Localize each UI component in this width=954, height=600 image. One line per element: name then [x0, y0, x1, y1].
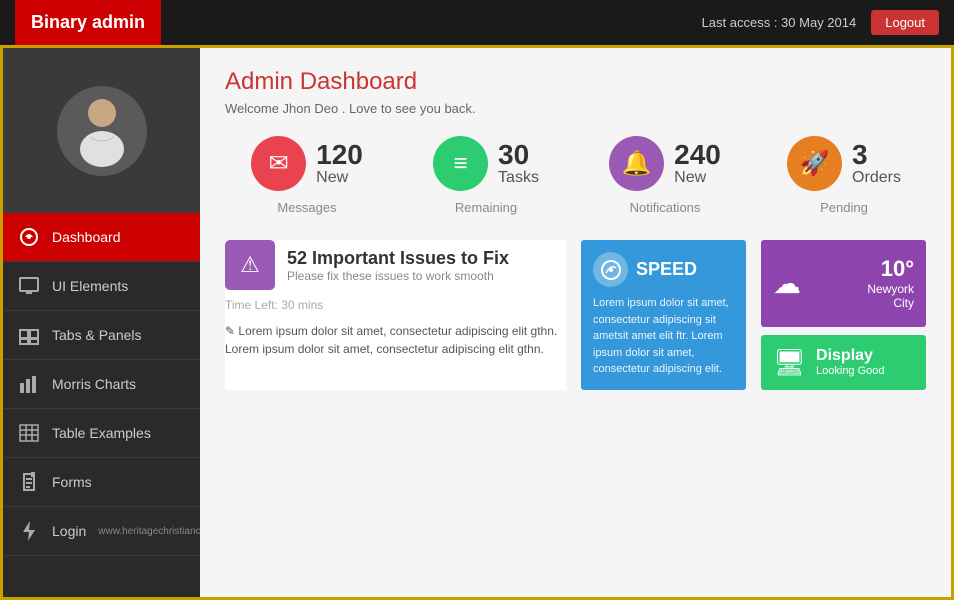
tasks-label-top: Tasks — [498, 169, 539, 187]
tasks-label-bottom: Remaining — [455, 200, 517, 215]
sidebar-item-login[interactable]: Login www.heritagechristiancollege.com — [3, 507, 200, 556]
display-info: Display Looking Good — [816, 347, 885, 377]
notifications-label-bottom: Notifications — [630, 200, 701, 215]
messages-number: 120 — [316, 141, 363, 169]
stat-notifications-values: 240 New — [674, 141, 721, 187]
stat-tasks: ≡ 30 Tasks Remaining — [404, 136, 568, 215]
weather-temp: 10° — [867, 256, 914, 282]
edit-icon: ✎ — [225, 324, 235, 338]
sidebar-nav: Dashboard UI Elements — [3, 213, 200, 597]
display-card: 🖥 Display Looking Good — [761, 335, 926, 390]
sidebar-item-forms-label: Forms — [52, 474, 92, 490]
weather-top: ☁ 10° Newyork City — [761, 240, 926, 327]
speed-title: SPEED — [636, 259, 697, 280]
orders-number: 3 — [852, 141, 868, 169]
sidebar-item-table-label: Table Examples — [52, 425, 151, 441]
sidebar-item-ui-label: UI Elements — [52, 278, 128, 294]
speed-header: SPEED — [593, 252, 734, 287]
sidebar-item-forms[interactable]: Forms — [3, 458, 200, 507]
orders-label-top: Orders — [852, 169, 901, 187]
sidebar-item-login-label: Login — [52, 523, 86, 539]
stat-tasks-values: 30 Tasks — [498, 141, 539, 187]
orders-label-bottom: Pending — [820, 200, 868, 215]
sidebar-item-dashboard-label: Dashboard — [52, 229, 121, 245]
sidebar-item-ui-elements[interactable]: UI Elements — [3, 262, 200, 311]
stat-notifications-top: 🔔 240 New — [609, 136, 721, 191]
stat-orders: 🚀 3 Orders Pending — [762, 136, 926, 215]
issues-subtitle: Please fix these issues to work smooth — [287, 269, 509, 283]
header: Binary admin Last access : 30 May 2014 L… — [0, 0, 954, 45]
stats-row: ✉ 120 New Messages ≡ 30 Tasks Rem — [225, 136, 926, 215]
page-title: Admin Dashboard — [225, 68, 926, 96]
speed-card: SPEED Lorem ipsum dolor sit amet, consec… — [581, 240, 746, 390]
forms-icon — [18, 471, 40, 493]
bottom-row: ⚠ 52 Important Issues to Fix Please fix … — [225, 240, 926, 390]
display-label: Display — [816, 347, 885, 365]
monitor-icon — [18, 275, 40, 297]
sidebar-item-tabs-panels[interactable]: Tabs & Panels — [3, 311, 200, 360]
stat-orders-values: 3 Orders — [852, 141, 901, 187]
display-sub: Looking Good — [816, 365, 885, 377]
lightning-icon — [18, 520, 40, 542]
weather-city-line2: City — [867, 296, 914, 310]
stat-tasks-top: ≡ 30 Tasks — [433, 136, 539, 191]
tasks-icon: ≡ — [433, 136, 488, 191]
issues-title: 52 Important Issues to Fix — [287, 248, 509, 269]
notifications-number: 240 — [674, 141, 721, 169]
sidebar-item-morris-charts[interactable]: Morris Charts — [3, 360, 200, 409]
issues-body: ✎ Lorem ipsum dolor sit amet, consectetu… — [225, 322, 566, 358]
tabs-icon — [18, 324, 40, 346]
stat-notifications: 🔔 240 New Notifications — [583, 136, 747, 215]
issues-title-group: 52 Important Issues to Fix Please fix th… — [287, 248, 509, 283]
last-access-text: Last access : 30 May 2014 — [702, 15, 857, 30]
sidebar: Dashboard UI Elements — [3, 48, 200, 597]
stat-messages-top: ✉ 120 New — [251, 136, 363, 191]
weather-card: ☁ 10° Newyork City 🖥 Display Looking Goo… — [761, 240, 926, 390]
sidebar-item-tabs-label: Tabs & Panels — [52, 327, 142, 343]
header-right: Last access : 30 May 2014 Logout — [702, 10, 939, 35]
sidebar-item-table-examples[interactable]: Table Examples — [3, 409, 200, 458]
messages-label-top: New — [316, 169, 348, 187]
issues-card: ⚠ 52 Important Issues to Fix Please fix … — [225, 240, 566, 390]
welcome-text: Welcome Jhon Deo . Love to see you back. — [225, 101, 926, 116]
cloud-icon: ☁ — [773, 267, 801, 300]
issues-header: ⚠ 52 Important Issues to Fix Please fix … — [225, 240, 566, 290]
sidebar-item-morris-label: Morris Charts — [52, 376, 136, 392]
weather-info: 10° Newyork City — [867, 256, 914, 310]
stat-messages-values: 120 New — [316, 141, 363, 187]
tasks-number: 30 — [498, 141, 529, 169]
issues-icon: ⚠ — [225, 240, 275, 290]
brand-logo: Binary admin — [15, 0, 161, 45]
url-label: www.heritagechristiancollege.com — [98, 526, 200, 537]
content-area: Admin Dashboard Welcome Jhon Deo . Love … — [200, 48, 951, 597]
main-layout: Dashboard UI Elements — [0, 45, 954, 600]
weather-city-line1: Newyork — [867, 282, 914, 296]
avatar-section — [3, 48, 200, 213]
orders-icon: 🚀 — [787, 136, 842, 191]
stat-orders-top: 🚀 3 Orders — [787, 136, 901, 191]
dashboard-icon — [18, 226, 40, 248]
sidebar-item-dashboard[interactable]: Dashboard — [3, 213, 200, 262]
speedometer-icon — [593, 252, 628, 287]
speed-text: Lorem ipsum dolor sit amet, consectetur … — [593, 295, 734, 378]
stat-messages: ✉ 120 New Messages — [225, 136, 389, 215]
notifications-icon: 🔔 — [609, 136, 664, 191]
display-icon: 🖥 — [773, 347, 806, 378]
table-icon — [18, 422, 40, 444]
messages-icon: ✉ — [251, 136, 306, 191]
messages-label-bottom: Messages — [277, 200, 336, 215]
avatar — [57, 86, 147, 176]
chart-icon — [18, 373, 40, 395]
logout-button[interactable]: Logout — [871, 10, 939, 35]
issues-time: Time Left: 30 mins — [225, 298, 566, 312]
notifications-label-top: New — [674, 169, 706, 187]
